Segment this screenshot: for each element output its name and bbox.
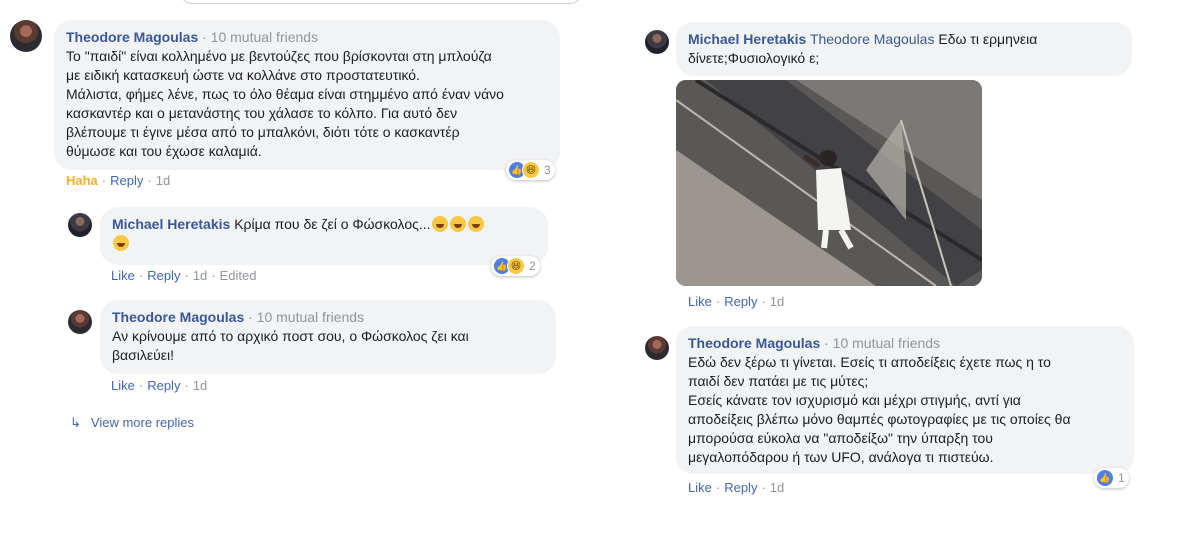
commenter-name[interactable]: Theodore Magoulas	[66, 29, 198, 45]
reply-button[interactable]: Reply	[724, 480, 757, 495]
comment-line: κασκαντέρ και ο μετανάστης του χάλασε το…	[66, 105, 458, 121]
like-button[interactable]: Like	[688, 480, 712, 495]
comment-line: μπορούσα εύκολα να "αποδείξω" την ύπαρξη…	[688, 430, 993, 446]
mutual-friends: · 10 mutual friends	[202, 29, 319, 45]
haha-reaction-icon: 😆	[522, 161, 540, 179]
laughing-emoji-icon	[431, 216, 448, 232]
comment-line: αποδείξεις βλέπω μόνο θαμπές φωτογραφίες…	[688, 411, 1071, 427]
mutual-friends: · 10 mutual friends	[824, 335, 941, 351]
reaction-count: 2	[529, 259, 536, 273]
comment-line: Εδώ δεν ξέρω τι γίνεται. Εσείς τι αποδεί…	[688, 354, 1051, 370]
like-reaction-icon: 👍	[1096, 469, 1114, 487]
reply-button[interactable]: Reply	[147, 378, 180, 393]
comment-text: Εδω τι ερμηνεια	[934, 31, 1038, 47]
commenter-name[interactable]: Michael Heretakis	[688, 31, 806, 47]
like-button[interactable]: Like	[688, 294, 712, 309]
timestamp[interactable]: 1d	[770, 294, 784, 309]
comment-line: με ειδική κατασκευή ώστε να κολλάνε στο …	[66, 67, 420, 83]
comment-actions: Haha · Reply · 1d	[66, 173, 171, 188]
comment-actions: Like · Reply · 1d	[688, 480, 785, 495]
timestamp[interactable]: 1d	[193, 378, 207, 393]
comment-bubble: Michael Heretakis Theodore Magoulas Εδω …	[676, 22, 1132, 76]
reply-button[interactable]: Reply	[724, 294, 757, 309]
comment-input-top[interactable]	[180, 0, 582, 4]
timestamp[interactable]: 1d	[193, 268, 207, 283]
avatar[interactable]	[645, 336, 669, 360]
like-button[interactable]: Like	[111, 268, 135, 283]
haha-reaction-icon: 😆	[507, 257, 525, 275]
comment-bubble: Michael Heretakis Κρίμα που δε ζεί ο Φώσ…	[100, 207, 548, 265]
reaction-count: 1	[1118, 471, 1125, 485]
comment-actions: Like · Reply · 1d · Edited	[111, 268, 257, 283]
edited-label[interactable]: Edited	[220, 268, 257, 283]
comment-line: βλέπουμε τι έγινε μέσα από το μπαλκόνι, …	[66, 124, 460, 140]
mutual-friends: · 10 mutual friends	[248, 309, 365, 325]
reply-arrow-icon: ↳	[70, 415, 81, 430]
reply-button[interactable]: Reply	[147, 268, 180, 283]
building-climb-image	[676, 80, 982, 286]
reply-button[interactable]: Reply	[110, 173, 143, 188]
comment-bubble: Theodore Magoulas · 10 mutual friends Αν…	[100, 300, 556, 374]
reaction-summary[interactable]: 👍 😆 2	[491, 256, 540, 276]
comment-actions: Like · Reply · 1d	[111, 378, 208, 393]
avatar[interactable]	[68, 213, 92, 237]
comment-line: παιδί δεν πατάει με τις μύτες;	[688, 373, 869, 389]
comment-line: Μάλιστα, φήμες λένε, πως το όλο θέαμα εί…	[66, 86, 504, 102]
reaction-count: 3	[544, 163, 551, 177]
comment-line: Αν κρίνουμε από το αρχικό ποστ σου, ο Φώ…	[112, 328, 469, 344]
avatar[interactable]	[68, 310, 92, 334]
like-button[interactable]: Like	[111, 378, 135, 393]
avatar[interactable]	[10, 20, 42, 52]
commenter-name[interactable]: Michael Heretakis	[112, 216, 230, 232]
comment-line: Εσείς κάνατε τον ισχυρισμό και μέχρι στι…	[688, 392, 1021, 408]
comment-line: Το "παιδί" είναι κολλημένο με βεντούζες …	[66, 48, 492, 64]
comment-photo[interactable]	[676, 80, 982, 286]
commenter-name[interactable]: Theodore Magoulas	[688, 335, 820, 351]
haha-button[interactable]: Haha	[66, 173, 98, 188]
reaction-summary[interactable]: 👍 😆 3	[506, 160, 555, 180]
avatar[interactable]	[645, 30, 669, 54]
comment-bubble: Theodore Magoulas · 10 mutual friends Εδ…	[676, 326, 1134, 474]
laughing-emoji-icon	[467, 216, 484, 232]
laughing-emoji-icon	[113, 235, 129, 251]
commenter-name[interactable]: Theodore Magoulas	[112, 309, 244, 325]
timestamp[interactable]: 1d	[156, 173, 170, 188]
comment-bubble: Theodore Magoulas · 10 mutual friends Το…	[54, 20, 560, 170]
comment-line: θύμωσε και του έχωσε καλαμιά.	[66, 143, 262, 159]
comment-actions: Like · Reply · 1d	[688, 294, 785, 309]
comment-text: Κρίμα που δε ζεί ο Φώσκολος...	[234, 216, 431, 232]
laughing-emoji-icon	[449, 216, 466, 232]
timestamp[interactable]: 1d	[770, 480, 784, 495]
reaction-summary[interactable]: 👍 1	[1094, 468, 1129, 488]
tagged-user[interactable]: Theodore Magoulas	[810, 31, 935, 47]
comment-line: μεγαλοπόδαρου ή των UFO, ανάλογα τι πιστ…	[688, 449, 994, 465]
comment-line: βασιλεύει!	[112, 347, 175, 363]
view-more-label[interactable]: View more replies	[91, 415, 194, 430]
comment-text: δίνετε;Φυσιολογικό ε;	[688, 50, 820, 66]
view-more-replies[interactable]: ↳ View more replies	[70, 415, 194, 431]
